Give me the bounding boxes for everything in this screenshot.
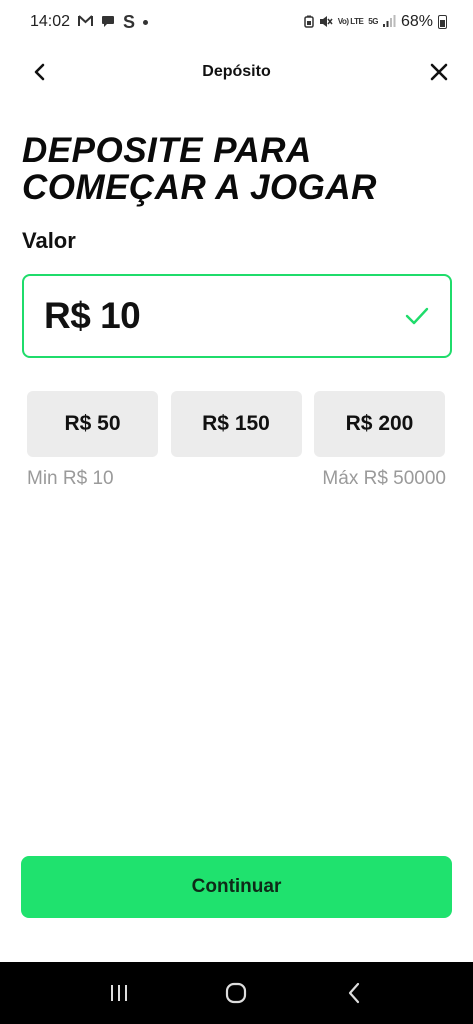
- check-icon: [404, 303, 430, 329]
- chat-icon: [101, 15, 115, 30]
- quick-amount-50-button[interactable]: R$ 50: [27, 391, 158, 457]
- status-right: Vo) LTE 5G 68%: [304, 13, 447, 31]
- quick-amounts: R$ 50 R$ 150 R$ 200: [27, 391, 445, 457]
- max-limit: Máx R$ 50000: [322, 468, 446, 489]
- more-dot-icon: [143, 19, 149, 25]
- headline: DEPOSITE PARA COMEÇAR A JOGAR: [22, 132, 462, 206]
- close-icon: [429, 62, 449, 87]
- close-button[interactable]: [425, 60, 453, 88]
- back-button[interactable]: [26, 60, 54, 88]
- headline-line-2: COMEÇAR A JOGAR: [22, 168, 377, 207]
- status-bar: 14:02 S Vo) LTE 5G 68%: [0, 0, 473, 44]
- continue-button[interactable]: Continuar: [21, 856, 452, 918]
- amount-limits: Min R$ 10 Máx R$ 50000: [27, 468, 446, 490]
- signal-icon: [382, 15, 396, 29]
- amount-input[interactable]: R$ 10: [22, 274, 452, 358]
- amount-label: Valor: [22, 228, 76, 253]
- quick-amount-150-button[interactable]: R$ 150: [170, 391, 302, 457]
- battery-percent: 68%: [400, 13, 433, 30]
- volte-icon: Vo) LTE: [337, 17, 364, 26]
- s-app-icon: S: [123, 12, 136, 32]
- status-time: 14:02: [30, 13, 71, 30]
- quick-amount-200-button[interactable]: R$ 200: [314, 391, 445, 457]
- home-icon[interactable]: [216, 973, 256, 1013]
- page-title: Depósito: [202, 63, 271, 80]
- battery-icon: [438, 15, 447, 29]
- status-left: 14:02 S: [30, 12, 149, 32]
- header: Depósito: [0, 52, 473, 92]
- navigation-bar: [0, 962, 473, 1024]
- mute-icon: [319, 15, 333, 30]
- amount-value: R$ 10: [44, 295, 141, 336]
- 5g-icon: 5G: [368, 17, 378, 26]
- gmail-icon: [78, 15, 94, 29]
- chevron-left-icon: [33, 63, 47, 86]
- back-icon[interactable]: [334, 973, 374, 1013]
- min-limit: Min R$ 10: [27, 468, 114, 489]
- recent-apps-icon[interactable]: [99, 973, 139, 1013]
- battery-saver-icon: [304, 15, 314, 30]
- headline-line-1: DEPOSITE PARA: [22, 131, 312, 170]
